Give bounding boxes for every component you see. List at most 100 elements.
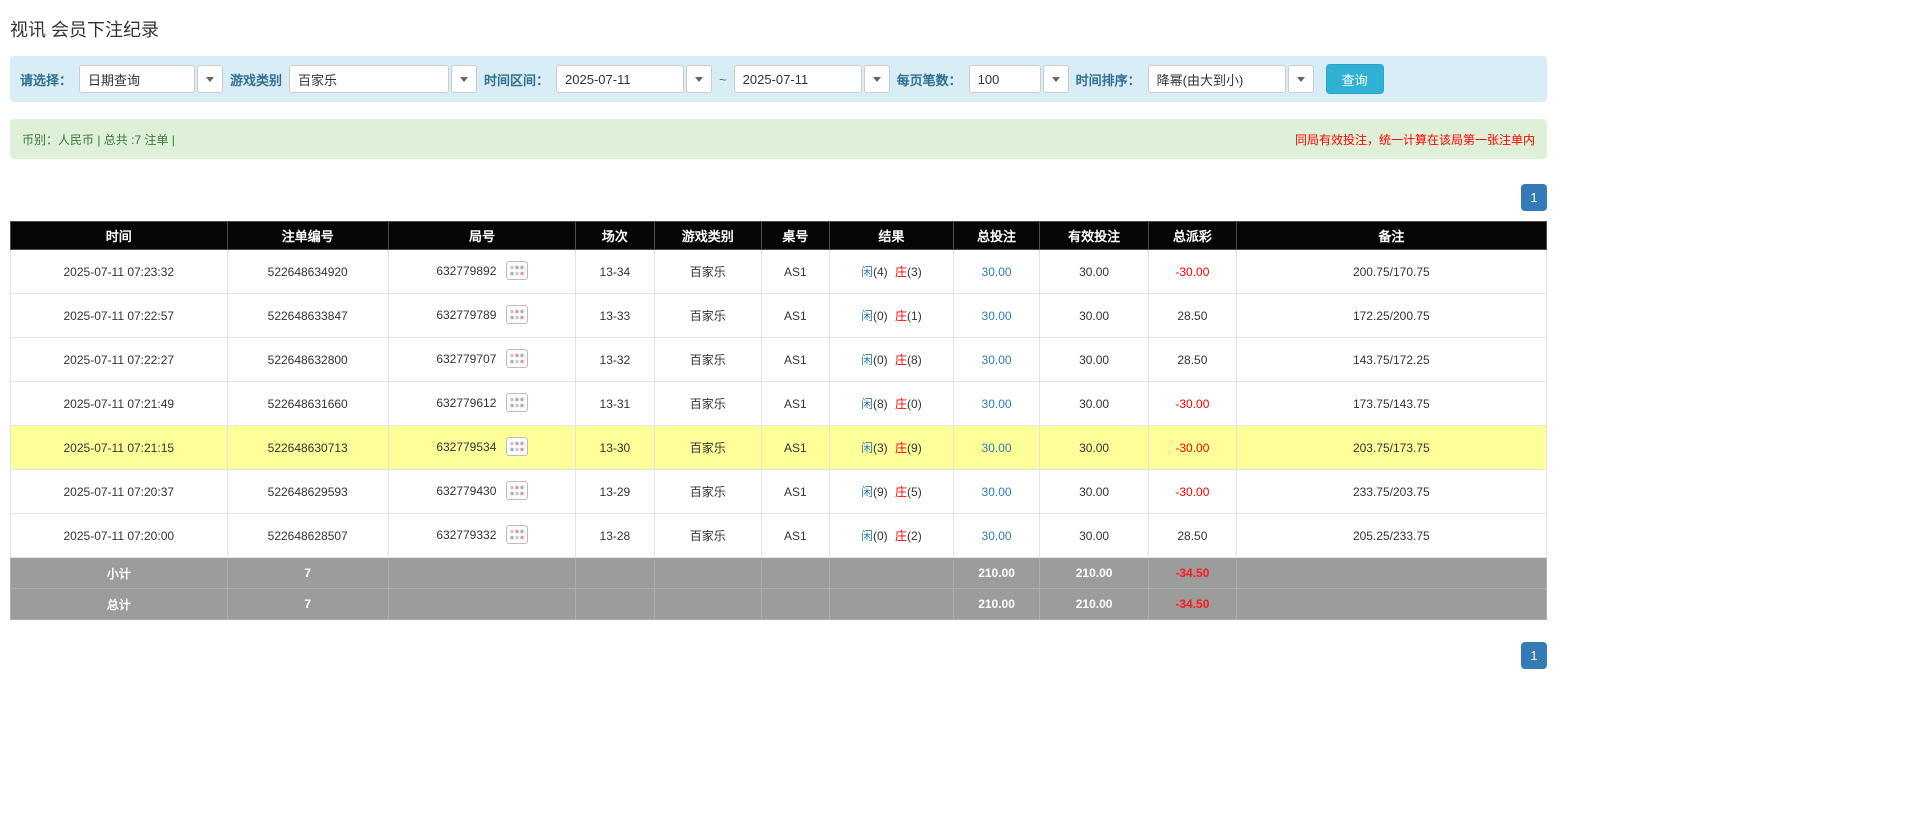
round-id-text: 632779534	[436, 440, 496, 454]
header-valid-bet: 有效投注	[1040, 222, 1149, 250]
cell-total-bet[interactable]: 30.00	[954, 250, 1040, 294]
cell-bet-id: 522648628507	[227, 514, 388, 558]
total-payout: -34.50	[1149, 589, 1237, 620]
cell-result: 闲(3) 庄(9)	[829, 426, 953, 470]
result-banker: 庄	[895, 529, 907, 543]
header-bet-id: 注单编号	[227, 222, 388, 250]
page-button-1[interactable]: 1	[1521, 184, 1547, 211]
cell-total-bet[interactable]: 30.00	[954, 382, 1040, 426]
header-remark: 备注	[1236, 222, 1546, 250]
result-player: 闲	[861, 441, 873, 455]
result-player-score: (0)	[873, 353, 888, 367]
page-size-dropdown-button[interactable]	[1043, 65, 1069, 93]
cell-remark: 203.75/173.75	[1236, 426, 1546, 470]
result-player-score: (9)	[873, 485, 888, 499]
total-total-bet: 210.00	[954, 589, 1040, 620]
result-player: 闲	[861, 353, 873, 367]
query-type-dropdown-button[interactable]	[197, 65, 223, 93]
cell-table-no: AS1	[762, 250, 830, 294]
cell-session: 13-32	[576, 338, 654, 382]
cell-time: 2025-07-11 07:22:57	[11, 294, 228, 338]
roadmap-icon[interactable]	[506, 481, 528, 503]
result-player-score: (0)	[873, 309, 888, 323]
cell-payout: -30.00	[1149, 470, 1237, 514]
cell-payout: -30.00	[1149, 382, 1237, 426]
page-size-label: 每页笔数：	[897, 70, 962, 89]
page-size-input[interactable]	[969, 65, 1041, 93]
cell-bet-id: 522648630713	[227, 426, 388, 470]
round-id-text: 632779332	[436, 528, 496, 542]
cell-bet-id: 522648631660	[227, 382, 388, 426]
cell-total-bet[interactable]: 30.00	[954, 338, 1040, 382]
result-banker: 庄	[895, 353, 907, 367]
cell-valid-bet: 30.00	[1040, 382, 1149, 426]
cell-round-id: 632779332	[388, 514, 575, 558]
header-game-type: 游戏类别	[654, 222, 762, 250]
round-id-text: 632779612	[436, 396, 496, 410]
roadmap-icon[interactable]	[506, 393, 528, 415]
table-row: 2025-07-11 07:22:57 522648633847 6327797…	[11, 294, 1547, 338]
cell-round-id: 632779430	[388, 470, 575, 514]
page-size-combo	[969, 65, 1069, 93]
subtotal-label: 小计	[11, 558, 228, 589]
cell-payout: 28.50	[1149, 294, 1237, 338]
cell-bet-id: 522648632800	[227, 338, 388, 382]
cell-valid-bet: 30.00	[1040, 470, 1149, 514]
sort-input[interactable]	[1148, 65, 1286, 93]
date-to-dropdown-button[interactable]	[864, 65, 890, 93]
cell-game-type: 百家乐	[654, 294, 762, 338]
result-player-score: (8)	[873, 397, 888, 411]
cell-total-bet[interactable]: 30.00	[954, 426, 1040, 470]
cell-round-id: 632779707	[388, 338, 575, 382]
header-time: 时间	[11, 222, 228, 250]
cell-table-no: AS1	[762, 294, 830, 338]
cell-time: 2025-07-11 07:22:27	[11, 338, 228, 382]
cell-result: 闲(0) 庄(2)	[829, 514, 953, 558]
cell-valid-bet: 30.00	[1040, 250, 1149, 294]
cell-round-id: 632779612	[388, 382, 575, 426]
cell-game-type: 百家乐	[654, 338, 762, 382]
round-id-text: 632779789	[436, 308, 496, 322]
roadmap-icon[interactable]	[506, 305, 528, 327]
result-player: 闲	[861, 485, 873, 499]
roadmap-icon[interactable]	[506, 437, 528, 459]
page-button-1[interactable]: 1	[1521, 642, 1547, 669]
roadmap-icon[interactable]	[506, 261, 528, 283]
date-from-dropdown-button[interactable]	[686, 65, 712, 93]
cell-valid-bet: 30.00	[1040, 294, 1149, 338]
game-type-dropdown-button[interactable]	[451, 65, 477, 93]
cell-table-no: AS1	[762, 514, 830, 558]
cell-result: 闲(0) 庄(8)	[829, 338, 953, 382]
cell-bet-id: 522648633847	[227, 294, 388, 338]
cell-session: 13-33	[576, 294, 654, 338]
table-body: 2025-07-11 07:23:32 522648634920 6327798…	[11, 250, 1547, 558]
subtotal-payout: -34.50	[1149, 558, 1237, 589]
result-banker-score: (8)	[907, 353, 922, 367]
cell-total-bet[interactable]: 30.00	[954, 470, 1040, 514]
cell-total-bet[interactable]: 30.00	[954, 514, 1040, 558]
date-to-input[interactable]	[734, 65, 862, 93]
chevron-down-icon	[1297, 77, 1305, 82]
roadmap-icon[interactable]	[506, 349, 528, 371]
cell-total-bet[interactable]: 30.00	[954, 294, 1040, 338]
cell-payout: 28.50	[1149, 514, 1237, 558]
pagination-top: 1	[10, 184, 1547, 211]
search-button[interactable]: 查询	[1326, 64, 1384, 94]
chevron-down-icon	[460, 77, 468, 82]
sort-dropdown-button[interactable]	[1288, 65, 1314, 93]
header-payout: 总派彩	[1149, 222, 1237, 250]
query-type-input[interactable]	[79, 65, 195, 93]
result-player: 闲	[861, 529, 873, 543]
date-from-input[interactable]	[556, 65, 684, 93]
currency-summary: 币别：人民币 | 总共 :7 注单 |	[22, 131, 175, 148]
chevron-down-icon	[695, 77, 703, 82]
result-player-score: (4)	[873, 265, 888, 279]
round-id-text: 632779430	[436, 484, 496, 498]
table-header: 时间 注单编号 局号 场次 游戏类别 桌号 结果 总投注 有效投注 总派彩 备注	[11, 222, 1547, 250]
roadmap-icon[interactable]	[506, 525, 528, 547]
result-banker-score: (3)	[907, 265, 922, 279]
cell-remark: 200.75/170.75	[1236, 250, 1546, 294]
cell-valid-bet: 30.00	[1040, 426, 1149, 470]
cell-remark: 205.25/233.75	[1236, 514, 1546, 558]
game-type-input[interactable]	[289, 65, 449, 93]
